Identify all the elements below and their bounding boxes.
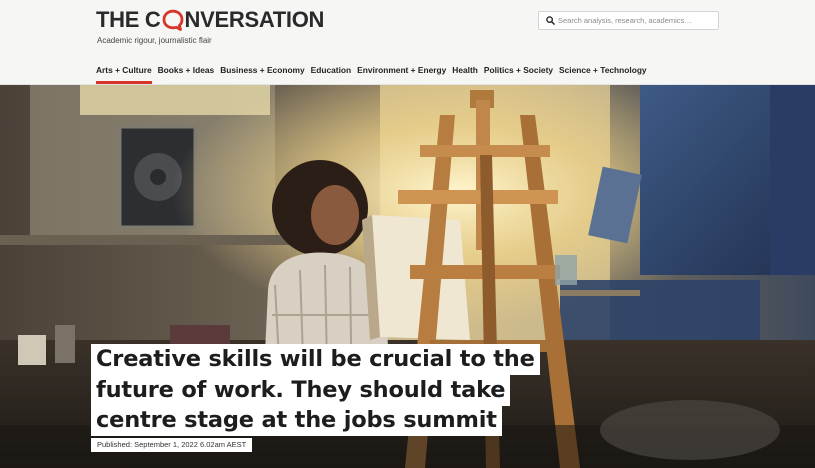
nav-item-environment-energy[interactable]: Environment + Energy xyxy=(357,65,446,85)
nav-item-science-technology[interactable]: Science + Technology xyxy=(559,65,647,85)
headline-line-1[interactable]: Creative skills will be crucial to the xyxy=(91,344,540,375)
search-box[interactable] xyxy=(538,11,719,30)
headline-line-3[interactable]: centre stage at the jobs summit xyxy=(91,405,502,436)
published-date: Published: September 1, 2022 6.02am AEST xyxy=(91,438,253,452)
nav-item-business-economy[interactable]: Business + Economy xyxy=(220,65,304,85)
logo-text-right: NVERSATION xyxy=(184,7,325,32)
site-tagline: Academic rigour, journalistic flair xyxy=(97,36,212,45)
nav-item-education[interactable]: Education xyxy=(311,65,351,85)
nav-item-politics-society[interactable]: Politics + Society xyxy=(484,65,553,85)
site-header: THE C NVERSATION Academic rigour, journa… xyxy=(0,0,815,85)
headline-line-2[interactable]: future of work. They should take xyxy=(91,374,511,406)
nav-item-arts-culture[interactable]: Arts + Culture xyxy=(96,65,152,85)
nav-item-health[interactable]: Health xyxy=(452,65,478,85)
site-logo[interactable]: THE C NVERSATION xyxy=(96,7,324,33)
speech-bubble-logo-icon xyxy=(162,9,184,31)
section-nav: Arts + Culture Books + Ideas Business + … xyxy=(96,65,653,85)
article-headline[interactable]: Creative skills will be crucial to the f… xyxy=(91,344,551,436)
nav-item-books-ideas[interactable]: Books + Ideas xyxy=(158,65,215,85)
search-icon[interactable] xyxy=(542,12,558,29)
logo-text-left: THE C xyxy=(96,7,161,32)
search-input[interactable] xyxy=(558,13,713,28)
